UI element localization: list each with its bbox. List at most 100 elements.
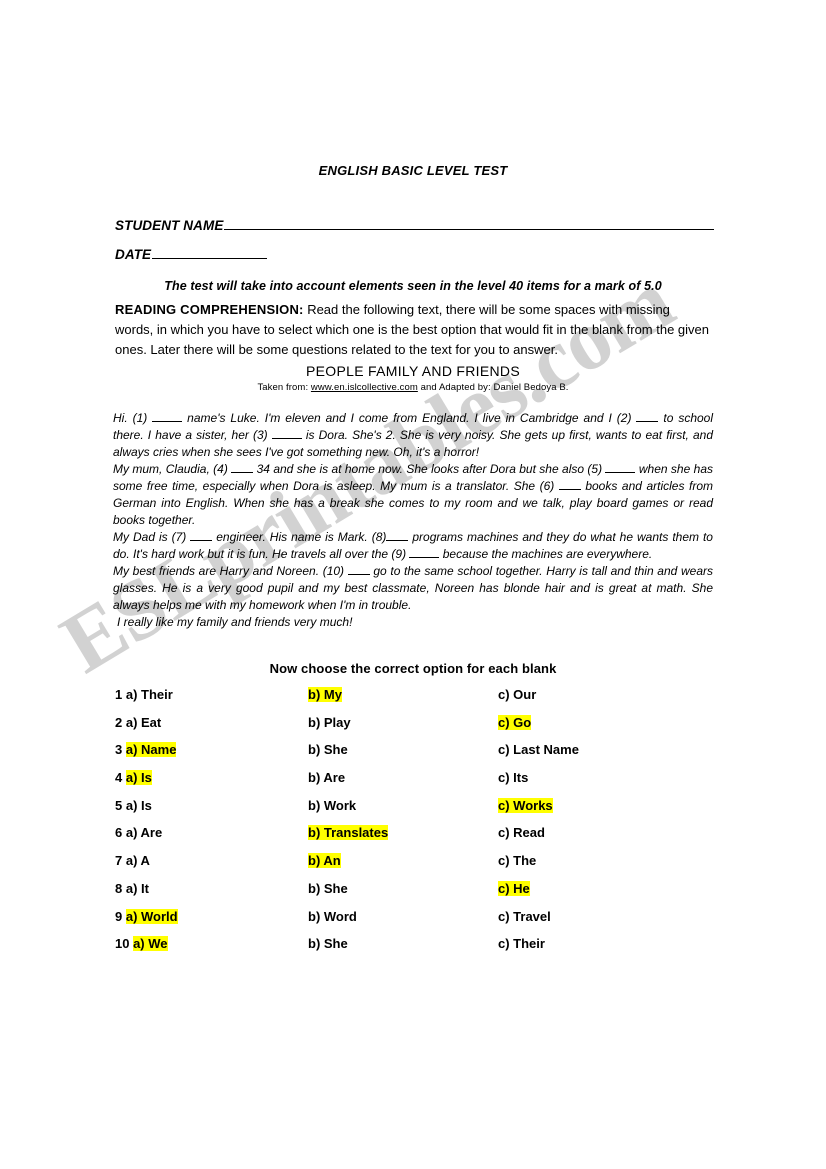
answer-option-c[interactable]: c) Travel [498, 909, 551, 924]
answer-row: 4 a) Is b) Are c) Its [0, 770, 826, 798]
blank-10[interactable] [347, 564, 370, 576]
answer-option-a[interactable]: 8 a) It [115, 881, 149, 896]
answer-option-c[interactable]: c) Read [498, 825, 545, 840]
date-field-row: DATE [115, 247, 268, 262]
answer-option-a[interactable]: 3 a) Name [115, 742, 177, 758]
blank-4[interactable] [231, 462, 254, 474]
option-text-b[interactable]: Play [324, 715, 351, 730]
answer-option-a[interactable]: 2 a) Eat [115, 715, 161, 730]
answer-row: 6 a) Are b) Translates c) Read [0, 825, 826, 853]
option-text-a-highlighted[interactable]: World [141, 908, 178, 924]
answer-row: 2 a) Eat b) Play c) Go [0, 714, 826, 743]
option-text-c-highlighted[interactable]: Works [513, 797, 553, 813]
option-letter-a: a) [125, 797, 142, 813]
option-text-a-highlighted[interactable]: We [148, 936, 168, 952]
answer-row: 3 a) Name b) She c) Last Name [0, 742, 826, 770]
answer-row: 5 a) Is b) Work c) Works [0, 797, 826, 826]
option-text-b[interactable]: Are [323, 770, 345, 785]
answer-option-b[interactable]: b) Word [308, 909, 357, 924]
student-name-field-row: STUDENT NAME [115, 218, 715, 233]
answer-option-a[interactable]: 4 a) Is [115, 770, 152, 786]
option-text-b[interactable]: She [324, 936, 348, 951]
answer-option-c[interactable]: c) The [498, 853, 536, 868]
answer-option-b[interactable]: b) Work [308, 798, 356, 813]
blank-2[interactable] [636, 411, 659, 422]
answer-option-b[interactable]: b) Translates [308, 825, 389, 841]
passage-text: because the machines are everywhere. [439, 547, 653, 562]
answer-option-b[interactable]: b) She [308, 742, 348, 757]
answer-row: 1 a) Their b) My c) Our [0, 687, 826, 715]
option-text-a[interactable]: Is [141, 798, 152, 813]
passage-paragraph-5: I really like my family and friends very… [117, 615, 353, 630]
answer-row: 7 a) A b) An c) The [0, 853, 826, 881]
option-text-c[interactable]: Our [513, 687, 536, 702]
option-text-a[interactable]: Their [141, 687, 173, 702]
blank-9[interactable] [409, 547, 440, 559]
passage-text: My Dad is (7) [113, 530, 191, 545]
option-text-a[interactable]: A [141, 853, 150, 868]
option-text-a[interactable]: It [141, 881, 149, 896]
passage-paragraph-3: My Dad is (7) engineer. His name is Mark… [113, 529, 713, 563]
blank-8[interactable] [386, 530, 409, 542]
blank-6[interactable] [558, 479, 581, 491]
option-letter-c: c) [498, 880, 514, 896]
passage-paragraph-2: My mum, Claudia, (4) 34 and she is at ho… [113, 461, 713, 529]
instructions-paragraph: READING COMPREHENSION: Read the followin… [115, 300, 711, 359]
passage-title: PEOPLE FAMILY AND FRIENDS [306, 363, 520, 379]
option-text-b[interactable]: She [324, 881, 348, 896]
option-text-c[interactable]: Read [513, 825, 545, 840]
answer-option-c[interactable]: c) Their [498, 936, 545, 951]
option-text-c-highlighted[interactable]: He [513, 880, 530, 896]
blank-3[interactable] [271, 428, 302, 440]
option-text-b-highlighted[interactable]: My [323, 687, 342, 702]
option-text-a-highlighted[interactable]: Is [141, 770, 152, 786]
answer-option-a[interactable]: 9 a) World [115, 908, 178, 924]
option-text-c[interactable]: The [513, 853, 536, 868]
answer-option-b[interactable]: b) My [308, 687, 342, 702]
worksheet-page: ENGLISH BASIC LEVEL TEST STUDENT NAME DA… [0, 0, 826, 1169]
answer-option-c[interactable]: c) Our [498, 687, 536, 702]
option-letter-a: a) [125, 714, 142, 730]
question-number: 5 [115, 797, 126, 813]
answer-option-a[interactable]: 5 a) Is [115, 798, 152, 813]
blank-5[interactable] [605, 462, 636, 474]
option-text-c[interactable]: Its [513, 770, 528, 785]
answer-option-a[interactable]: 6 a) Are [115, 825, 162, 840]
answer-option-c[interactable]: c) Works [498, 797, 553, 813]
passage-text: My mum, Claudia, (4) [113, 462, 232, 477]
option-text-b[interactable]: She [324, 742, 348, 757]
answer-option-c[interactable]: c) Last Name [498, 742, 579, 757]
answer-option-b[interactable]: b) She [308, 936, 348, 951]
answer-option-c[interactable]: c) Its [498, 770, 528, 785]
answer-option-c[interactable]: c) Go [498, 714, 532, 730]
option-text-b[interactable]: Word [324, 909, 357, 924]
option-text-a[interactable]: Eat [141, 715, 161, 730]
option-letter-a: a) [125, 908, 142, 924]
blank-7[interactable] [190, 530, 213, 542]
source-link[interactable]: www.en.islcollective.com [311, 382, 418, 393]
question-number: 2 [115, 714, 126, 730]
answer-option-b[interactable]: b) Play [308, 715, 351, 730]
option-text-c[interactable]: Travel [513, 909, 551, 924]
option-letter-a: a) [125, 687, 142, 702]
option-text-b-highlighted[interactable]: An [323, 853, 341, 869]
answer-option-a[interactable]: 1 a) Their [115, 687, 173, 702]
answer-option-c[interactable]: c) He [498, 880, 530, 896]
answer-option-a[interactable]: 10 a) We [115, 936, 168, 952]
option-letter-b: b) [308, 880, 324, 896]
answer-option-a[interactable]: 7 a) A [115, 853, 150, 868]
option-text-c[interactable]: Last Name [513, 742, 579, 757]
answer-option-b[interactable]: b) An [308, 853, 341, 869]
answer-option-b[interactable]: b) Are [308, 770, 345, 785]
option-text-b[interactable]: Work [324, 798, 356, 813]
option-text-a[interactable]: Are [141, 825, 163, 840]
option-text-c-highlighted[interactable]: Go [513, 714, 532, 730]
blank-1[interactable] [152, 411, 183, 422]
option-text-c[interactable]: Their [513, 936, 545, 951]
student-name-input-rule[interactable] [224, 218, 715, 230]
date-input-rule[interactable] [152, 247, 268, 259]
option-text-a-highlighted[interactable]: Name [141, 742, 177, 758]
answer-option-b[interactable]: b) She [308, 881, 348, 896]
source-suffix: and Adapted by: Daniel Bedoya B. [417, 382, 569, 393]
option-text-b-highlighted[interactable]: Translates [323, 825, 389, 841]
